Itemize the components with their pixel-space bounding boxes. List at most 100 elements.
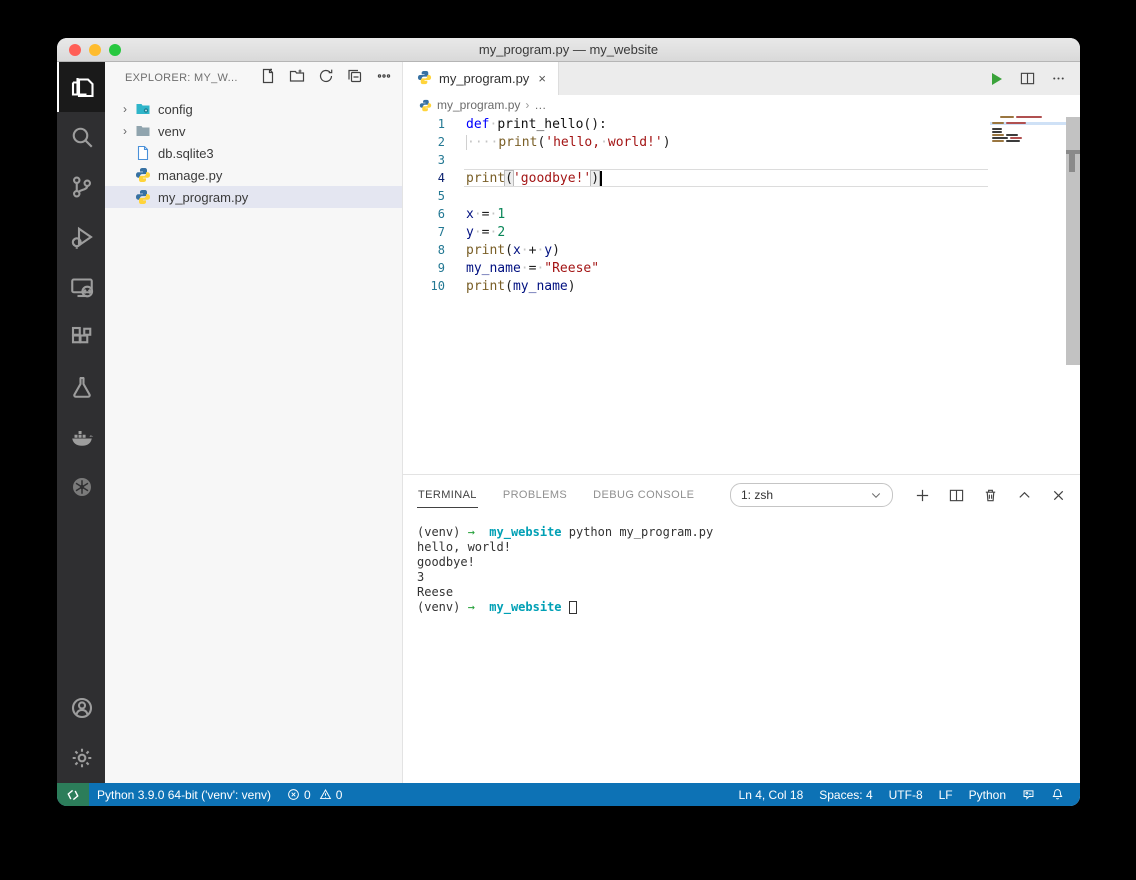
config-folder-icon (133, 101, 153, 117)
activity-bar-spacer (57, 512, 105, 683)
python-interpreter-status[interactable]: Python 3.9.0 64-bit ('venv': venv) (89, 783, 279, 806)
close-window-button[interactable] (69, 44, 81, 56)
terminal-token: → (467, 600, 475, 614)
close-panel-icon[interactable] (1051, 488, 1066, 503)
split-editor-icon[interactable] (1020, 71, 1035, 86)
code-token: def (466, 116, 490, 132)
code-line-1[interactable]: 1 def·print_hello(): (403, 115, 1080, 133)
activity-bar-item-testing[interactable] (57, 362, 105, 412)
run-python-file-icon[interactable] (988, 71, 1004, 87)
tree-item-manage.py[interactable]: manage.py (105, 164, 402, 186)
python-file-icon (419, 99, 432, 111)
tab-close-icon[interactable]: × (536, 71, 548, 86)
collapse-all-icon[interactable] (347, 68, 363, 89)
code-token: my_name (466, 260, 521, 276)
tree-item-my_program.py[interactable]: my_program.py (105, 186, 402, 208)
beaker-icon (73, 376, 91, 398)
terminal-cursor (568, 601, 577, 614)
code-line-2[interactable]: 2 ····print('hello,·world!') (403, 133, 1080, 151)
new-folder-icon[interactable] (289, 68, 305, 89)
code-line-4[interactable]: 4 print('goodbye!') (403, 169, 1080, 187)
code-line-10[interactable]: 10 print(my_name) (403, 277, 1080, 295)
activity-bar-item-settings[interactable] (57, 733, 105, 783)
terminal-token: hello, world! (417, 540, 511, 554)
scrollbar-thumb[interactable] (1069, 154, 1075, 172)
indentation-status[interactable]: Spaces: 4 (811, 783, 880, 806)
code-line-3[interactable]: 3 (403, 151, 1080, 169)
terminal-token: → (467, 525, 475, 539)
code-line-6[interactable]: 6 x·=·1 (403, 205, 1080, 223)
chevron-right-icon: › (123, 102, 127, 116)
traffic-lights (69, 44, 121, 56)
minimap-mark (1000, 116, 1014, 118)
notifications-bell-icon[interactable] (1043, 783, 1072, 806)
python-icon (133, 189, 153, 205)
split-terminal-icon[interactable] (949, 488, 964, 503)
minimap[interactable] (990, 115, 1068, 143)
line-content: def·print_hello(): (445, 117, 607, 132)
tab-bar-empty (559, 62, 988, 95)
feedback-icon[interactable] (1014, 783, 1043, 806)
tree-item-venv[interactable]: › venv (105, 120, 402, 142)
code-token: print (498, 134, 538, 150)
zoom-window-button[interactable] (109, 44, 121, 56)
code-token: · (473, 206, 482, 222)
new-file-icon[interactable] (260, 68, 276, 89)
code-token: ) (552, 242, 560, 258)
tree-item-config[interactable]: › config (105, 98, 402, 120)
refresh-icon[interactable] (318, 68, 334, 89)
kill-terminal-icon[interactable] (983, 488, 998, 503)
minimize-window-button[interactable] (89, 44, 101, 56)
tab-my-program-py[interactable]: my_program.py × (403, 62, 559, 95)
code-editor[interactable]: 1 def·print_hello(): 2 ····print('hello,·wo… (403, 115, 1080, 474)
line-number: 8 (437, 243, 445, 257)
more-editor-actions-icon[interactable] (1051, 71, 1066, 86)
new-terminal-icon[interactable] (915, 488, 930, 503)
code-line-5[interactable]: 5 (403, 187, 1080, 205)
terminal-shell-select[interactable]: 1: zsh (730, 483, 893, 507)
activity-bar-item-remote-explorer[interactable] (57, 262, 105, 312)
minimap-mark (1016, 116, 1042, 118)
minimap-mark (992, 137, 1008, 139)
explorer-sidebar: EXPLORER: MY_W... › config › venv db.sqlite3… (105, 62, 403, 783)
activity-bar-item-run-debug[interactable] (57, 212, 105, 262)
tree-item-label: db.sqlite3 (158, 145, 214, 161)
more-actions-icon[interactable] (376, 68, 392, 89)
activity-bar-item-search[interactable] (57, 112, 105, 162)
editor-scrollbar[interactable] (1066, 117, 1080, 365)
line-content: x·=·1 (445, 207, 505, 222)
terminal-token: Reese (417, 585, 454, 599)
breadcrumb[interactable]: my_program.py › … (403, 95, 1080, 115)
code-token: ( (505, 242, 513, 258)
terminal-output[interactable]: (venv) → my_website python my_program.py… (403, 515, 1080, 615)
files-icon (71, 78, 94, 98)
activity-bar-item-accounts[interactable] (57, 683, 105, 733)
panel-tab-terminal[interactable]: TERMINAL (417, 483, 478, 508)
encoding-status[interactable]: UTF-8 (881, 783, 931, 806)
language-mode-status[interactable]: Python (961, 783, 1014, 806)
code-line-8[interactable]: 8 print(x·+·y) (403, 241, 1080, 259)
cursor-position-status[interactable]: Ln 4, Col 18 (731, 783, 812, 806)
maximize-panel-icon[interactable] (1017, 488, 1032, 503)
panel-tab-debug-console[interactable]: DEBUG CONSOLE (592, 483, 695, 507)
file-tree: › config › venv db.sqlite3 manage.py my_progra… (105, 98, 402, 208)
eol-status[interactable]: LF (931, 783, 961, 806)
code-token: · (520, 260, 529, 276)
terminal-shell-value: 1: zsh (741, 488, 774, 502)
minimap-row (992, 137, 1064, 139)
remote-indicator[interactable] (57, 783, 89, 806)
tree-item-db.sqlite3[interactable]: db.sqlite3 (105, 142, 402, 164)
activity-bar-item-docker[interactable] (57, 412, 105, 462)
minimap-mark (1006, 122, 1026, 124)
activity-bar-item-source-control[interactable] (57, 162, 105, 212)
breadcrumb-symbol[interactable]: … (534, 98, 546, 112)
problems-status[interactable]: 0 0 (279, 783, 350, 806)
activity-bar-item-kubernetes[interactable] (57, 462, 105, 512)
breadcrumb-file[interactable]: my_program.py (437, 98, 520, 112)
code-token: x (466, 206, 474, 222)
code-line-9[interactable]: 9 my_name·=·"Reese" (403, 259, 1080, 277)
code-line-7[interactable]: 7 y·=·2 (403, 223, 1080, 241)
activity-bar-item-explorer[interactable] (57, 62, 105, 112)
activity-bar-item-extensions[interactable] (57, 312, 105, 362)
panel-tab-problems[interactable]: PROBLEMS (502, 483, 568, 507)
